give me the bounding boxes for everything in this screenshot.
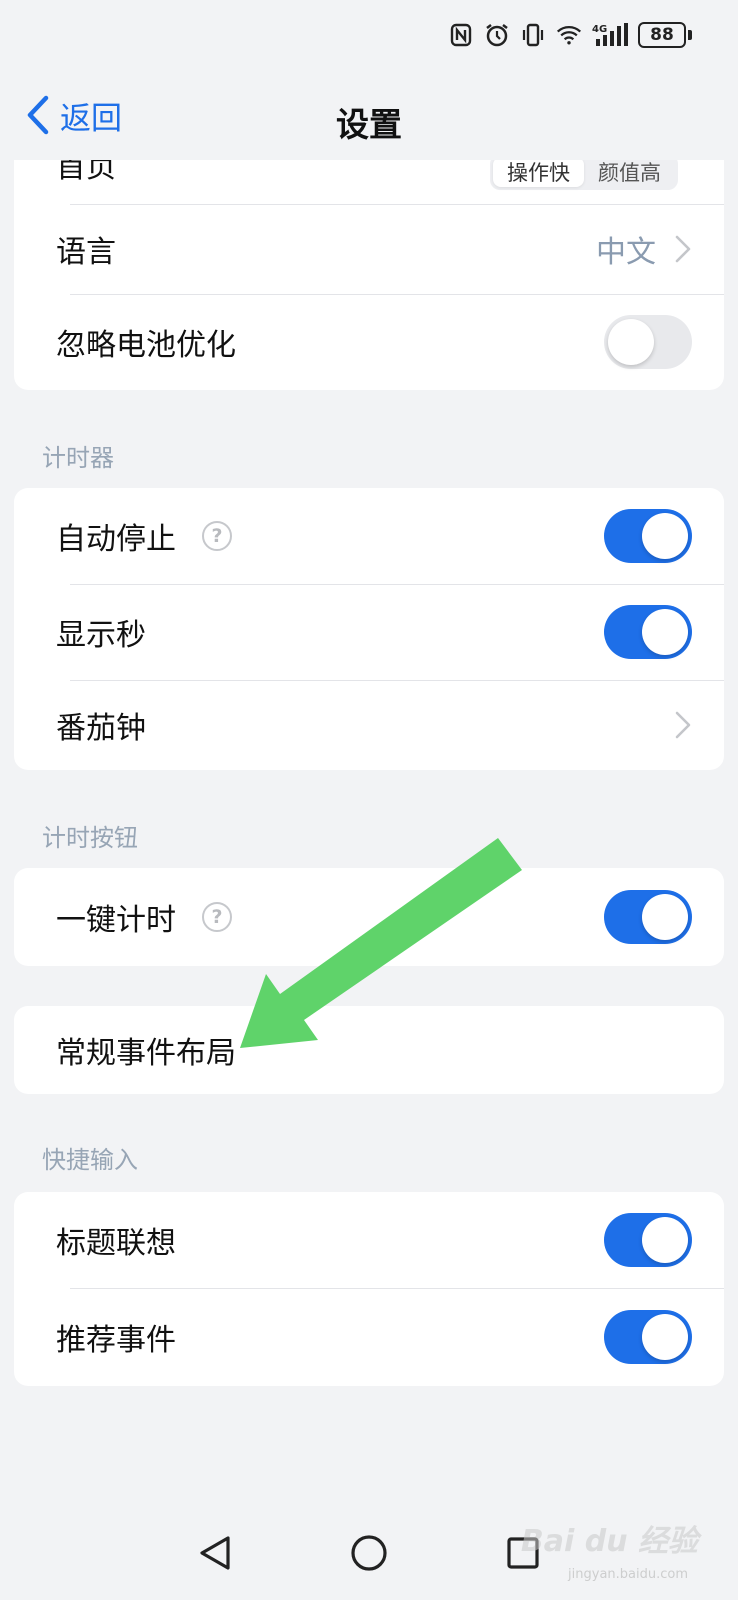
vibrate-icon [520,22,546,48]
show-seconds-label: 显示秒 [56,618,146,653]
timer-button-card: 一键计时 ? [14,868,724,966]
title-suggest-label: 标题联想 [56,1226,176,1261]
nav-back-button[interactable] [193,1531,237,1575]
page-title: 设置 [336,105,402,144]
one-key-timer-label: 一键计时 [56,903,176,938]
homepage-option-pretty[interactable]: 颜值高 [584,160,675,187]
triangle-back-icon [200,1536,230,1570]
watermark-url: jingyan.baidu.com [568,1567,688,1582]
title-suggest-toggle[interactable] [604,1213,692,1267]
help-icon[interactable]: ? [202,521,232,551]
one-key-timer-toggle[interactable] [604,890,692,944]
title-suggest-row: 标题联想 [14,1192,724,1288]
battery-optimization-row: 忽略电池优化 [14,294,724,390]
battery-level: 88 [638,22,686,48]
auto-stop-toggle[interactable] [604,509,692,563]
recommend-event-toggle[interactable] [604,1310,692,1364]
homepage-label: 首页 [56,160,116,185]
svg-text:4G: 4G [592,24,607,35]
status-bar: 4G 88 [0,0,738,72]
timer-button-section-title: 计时按钮 [42,824,138,852]
language-label: 语言 [56,235,116,270]
battery-optimization-toggle[interactable] [604,315,692,369]
help-icon[interactable]: ? [202,902,232,932]
homepage-row: 首页 操作快 颜值高 [14,160,724,204]
nfc-icon [448,22,474,48]
pomodoro-row[interactable]: 番茄钟 [14,680,724,770]
status-icons: 4G 88 [448,18,692,52]
auto-stop-label: 自动停止 [56,522,176,557]
language-row[interactable]: 语言 中文 [14,204,724,294]
event-layout-card: 常规事件布局 [14,1006,724,1094]
battery-optimization-label: 忽略电池优化 [56,328,236,363]
watermark-logo: Bai du 经验 [520,1524,698,1559]
nav-home-button[interactable] [347,1531,391,1575]
timer-card: 自动停止 ? 显示秒 番茄钟 [14,488,724,770]
circle-home-icon [351,1535,387,1571]
event-layout-label: 常规事件布局 [56,1036,236,1071]
header: 返回 设置 [0,72,738,160]
wifi-icon [556,22,582,48]
chevron-right-icon [675,235,691,263]
show-seconds-toggle[interactable] [604,605,692,659]
auto-stop-row: 自动停止 ? [14,488,724,584]
general-card: 首页 操作快 颜值高 语言 中文 忽略电池优化 [14,160,724,390]
language-value: 中文 [596,235,656,270]
language-value-group: 中文 [596,204,692,294]
homepage-option-fast[interactable]: 操作快 [493,160,584,187]
quick-input-section-title: 快捷输入 [42,1146,138,1174]
chevron-right-icon [675,711,691,739]
cellular-signal-icon: 4G [592,22,628,48]
one-key-timer-row: 一键计时 ? [14,868,724,966]
recommend-event-label: 推荐事件 [56,1323,176,1358]
battery-icon: 88 [638,22,692,48]
recommend-event-row: 推荐事件 [14,1288,724,1386]
settings-list[interactable]: 首页 操作快 颜值高 语言 中文 忽略电池优化 计时器 自动停止 ? 显示秒 番… [0,160,738,1506]
homepage-segmented-control[interactable]: 操作快 颜值高 [490,160,678,190]
alarm-icon [484,22,510,48]
event-layout-row[interactable]: 常规事件布局 [14,1006,724,1094]
timer-section-title: 计时器 [42,444,114,472]
pomodoro-label: 番茄钟 [56,711,146,746]
quick-input-card: 标题联想 推荐事件 [14,1192,724,1386]
show-seconds-row: 显示秒 [14,584,724,680]
